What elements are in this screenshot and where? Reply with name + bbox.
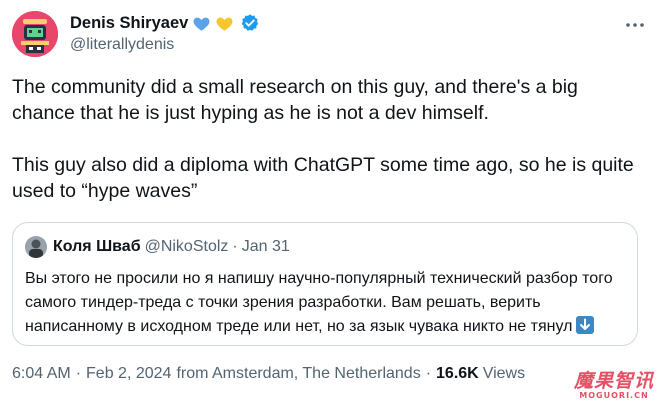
meta-separator: · <box>425 365 432 382</box>
blue-heart-icon <box>193 17 210 31</box>
quote-header: Коля Шваб @NikoStolz · Jan 31 <box>25 235 290 259</box>
more-options-button[interactable] <box>624 14 646 36</box>
tweet-location: from Amsterdam, The Netherlands <box>176 365 421 382</box>
quote-body: Вы этого не просили но я напишу научно-п… <box>25 270 613 335</box>
watermark-main: 魔果智讯 <box>573 370 654 392</box>
quote-avatar[interactable] <box>25 236 47 258</box>
meta-separator: · <box>75 365 82 382</box>
more-dots-icon <box>626 23 644 27</box>
tweet-paragraph: This guy also did a diploma with ChatGPT… <box>12 154 634 202</box>
tweet-paragraph: The community did a small research on th… <box>12 76 578 124</box>
views-label: Views <box>482 365 526 382</box>
tweet-time[interactable]: 6:04 AM <box>12 365 71 383</box>
tweet-text: The community did a small research on th… <box>12 74 642 204</box>
watermark: 魔果智讯 MOGUORI.CN <box>574 371 654 400</box>
quote-date[interactable]: Jan 31 <box>242 238 290 256</box>
person-photo-icon <box>25 236 47 258</box>
views-count[interactable]: 16.6K <box>436 365 479 383</box>
watermark-sub: MOGUORI.CN <box>579 391 649 400</box>
verified-badge-icon[interactable] <box>240 13 260 33</box>
down-arrow-emoji-icon <box>576 316 595 334</box>
quote-display-name[interactable]: Коля Шваб <box>53 238 141 256</box>
quote-text: Вы этого не просили но я напишу научно-п… <box>25 267 625 339</box>
quote-handle[interactable]: @NikoStolz <box>145 238 229 256</box>
tweet-date[interactable]: Feb 2, 2024 <box>86 365 171 383</box>
yellow-heart-icon <box>216 17 233 31</box>
author-display-name[interactable]: Denis Shiryaev <box>70 14 188 33</box>
author-name-row: Denis Shiryaev <box>70 12 260 34</box>
avatar[interactable] <box>12 11 58 57</box>
tweet-meta: 6:04 AM · Feb 2, 2024 from Amsterdam, Th… <box>12 365 525 383</box>
quoted-tweet-card[interactable]: Коля Шваб @NikoStolz · Jan 31 Вы этого н… <box>12 222 638 346</box>
quote-separator: · <box>232 238 238 255</box>
author-handle[interactable]: @literallydenis <box>70 36 174 54</box>
robot-avatar-icon <box>12 11 58 57</box>
